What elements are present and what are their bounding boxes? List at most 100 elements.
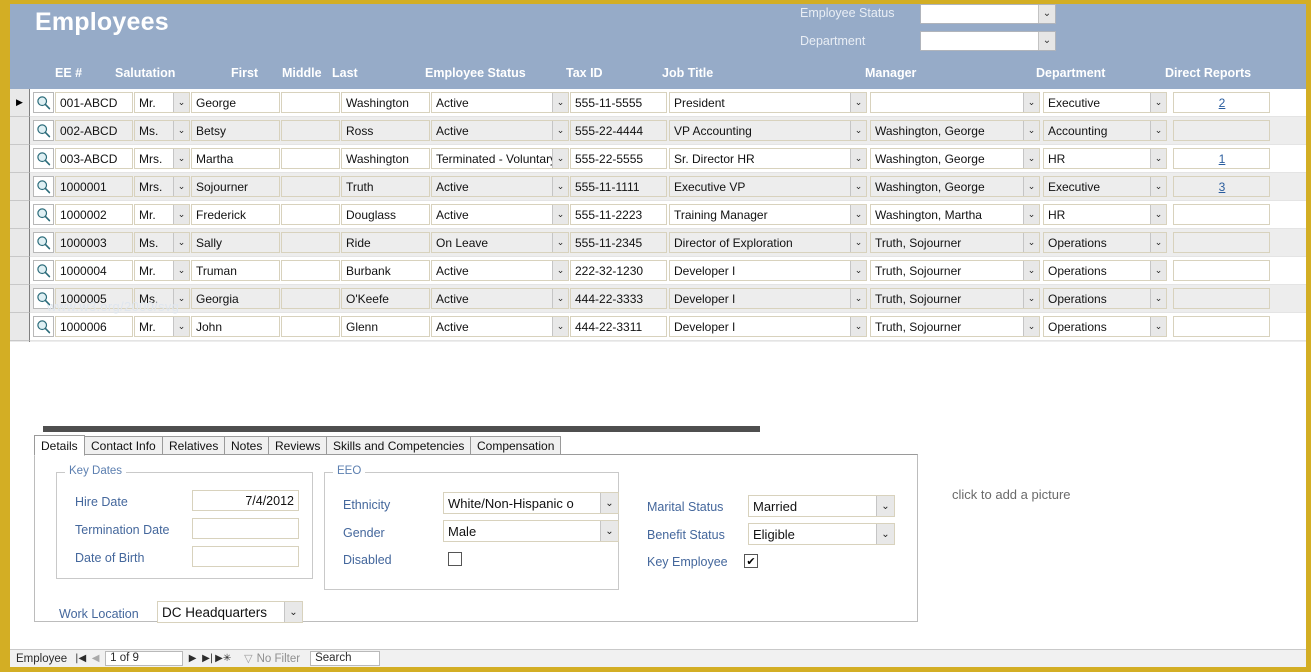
tab-skills-and-competencies[interactable]: Skills and Competencies [326,436,471,455]
chevron-down-icon[interactable]: ⌄ [1023,177,1039,196]
chevron-down-icon[interactable]: ⌄ [1023,289,1039,308]
hire-date-field[interactable]: 7/4/2012 [192,490,299,511]
cell-job-title[interactable]: Sr. Director HR⌄ [669,148,867,169]
chevron-down-icon[interactable]: ⌄ [1023,93,1039,112]
gender-combo[interactable]: Male ⌄ [443,520,619,542]
cell-ee-number[interactable]: 1000006 [55,316,133,337]
chevron-down-icon[interactable]: ⌄ [850,233,866,252]
cell-job-title[interactable]: Training Manager⌄ [669,204,867,225]
cell-employee-status[interactable]: Terminated - Voluntary⌄ [431,148,569,169]
chevron-down-icon[interactable]: ⌄ [552,93,568,112]
cell-first-name[interactable]: Frederick [191,204,280,225]
table-row[interactable]: 1000004Mr.⌄TrumanBurbankActive⌄222-32-12… [10,257,1306,285]
open-record-magnifier-icon[interactable] [33,92,54,113]
cell-manager[interactable]: ⌄ [870,92,1040,113]
cell-tax-id[interactable]: 444-22-3333 [570,288,667,309]
cell-job-title[interactable]: Director of Exploration⌄ [669,232,867,253]
cell-ee-number[interactable]: 1000004 [55,260,133,281]
chevron-down-icon[interactable]: ⌄ [1150,177,1166,196]
cell-ee-number[interactable]: 1000003 [55,232,133,253]
previous-record-button[interactable]: ◀ [88,653,103,664]
cell-ee-number[interactable]: 002-ABCD [55,120,133,141]
record-selector[interactable] [10,173,30,201]
first-record-button[interactable]: |◀ [73,653,88,664]
cell-last-name[interactable]: Washington [341,148,430,169]
cell-direct-reports[interactable] [1173,120,1270,141]
cell-employee-status[interactable]: Active⌄ [431,120,569,141]
chevron-down-icon[interactable]: ⌄ [1150,93,1166,112]
chevron-down-icon[interactable]: ⌄ [173,177,189,196]
cell-ee-number[interactable]: 1000002 [55,204,133,225]
cell-job-title[interactable]: Executive VP⌄ [669,176,867,197]
chevron-down-icon[interactable]: ⌄ [173,317,189,336]
cell-ee-number[interactable]: 1000001 [55,176,133,197]
chevron-down-icon[interactable]: ⌄ [173,205,189,224]
cell-middle-name[interactable] [281,176,340,197]
cell-direct-reports[interactable] [1173,204,1270,225]
chevron-down-icon[interactable]: ⌄ [552,317,568,336]
cell-direct-reports[interactable]: 2 [1173,92,1270,113]
marital-status-combo[interactable]: Married ⌄ [748,495,895,517]
cell-manager[interactable]: Truth, Sojourner⌄ [870,260,1040,281]
chevron-down-icon[interactable]: ⌄ [850,149,866,168]
cell-department[interactable]: Operations⌄ [1043,288,1167,309]
cell-salutation[interactable]: Mrs.⌄ [134,148,190,169]
open-record-magnifier-icon[interactable] [33,232,54,253]
cell-middle-name[interactable] [281,232,340,253]
cell-last-name[interactable]: Ride [341,232,430,253]
cell-tax-id[interactable]: 222-32-1230 [570,260,667,281]
chevron-down-icon[interactable]: ⌄ [173,261,189,280]
cell-job-title[interactable]: Developer I⌄ [669,316,867,337]
cell-direct-reports[interactable]: 1 [1173,148,1270,169]
direct-reports-link[interactable]: 1 [1219,152,1226,166]
cell-employee-status[interactable]: Active⌄ [431,92,569,113]
tab-contact-info[interactable]: Contact Info [84,436,163,455]
chevron-down-icon[interactable]: ⌄ [552,177,568,196]
chevron-down-icon[interactable]: ⌄ [1150,289,1166,308]
tab-relatives[interactable]: Relatives [162,436,225,455]
cell-job-title[interactable]: VP Accounting⌄ [669,120,867,141]
cell-tax-id[interactable]: 555-11-2223 [570,204,667,225]
cell-ee-number[interactable]: 003-ABCD [55,148,133,169]
key-employee-checkbox[interactable]: ✔ [744,554,758,568]
chevron-down-icon[interactable]: ⌄ [1150,149,1166,168]
chevron-down-icon[interactable]: ⌄ [173,233,189,252]
cell-direct-reports[interactable]: 3 [1173,176,1270,197]
chevron-down-icon[interactable]: ⌄ [876,524,894,544]
cell-department[interactable]: HR⌄ [1043,148,1167,169]
record-selector[interactable] [10,257,30,285]
table-row[interactable]: 1000003Ms.⌄SallyRideOn Leave⌄555-11-2345… [10,229,1306,257]
cell-tax-id[interactable]: 555-11-2345 [570,232,667,253]
cell-department[interactable]: Executive⌄ [1043,92,1167,113]
chevron-down-icon[interactable]: ⌄ [552,233,568,252]
chevron-down-icon[interactable]: ⌄ [850,205,866,224]
chevron-down-icon[interactable]: ⌄ [552,261,568,280]
table-row[interactable]: 1000002Mr.⌄FrederickDouglassActive⌄555-1… [10,201,1306,229]
employee-status-filter-combo[interactable]: ⌄ [920,4,1056,24]
cell-job-title[interactable]: Developer I⌄ [669,260,867,281]
cell-first-name[interactable]: Betsy [191,120,280,141]
date-of-birth-field[interactable] [192,546,299,567]
record-selector[interactable] [10,201,30,229]
cell-employee-status[interactable]: Active⌄ [431,260,569,281]
cell-tax-id[interactable]: 555-11-5555 [570,92,667,113]
cell-salutation[interactable]: Mr.⌄ [134,260,190,281]
filter-toggle[interactable]: ▽ No Filter [244,652,300,665]
cell-employee-status[interactable]: Active⌄ [431,288,569,309]
cell-last-name[interactable]: O'Keefe [341,288,430,309]
record-selector[interactable] [10,229,30,257]
ethnicity-combo[interactable]: White/Non-Hispanic o ⌄ [443,492,619,514]
cell-middle-name[interactable] [281,288,340,309]
chevron-down-icon[interactable]: ⌄ [1150,233,1166,252]
cell-last-name[interactable]: Douglass [341,204,430,225]
benefit-status-combo[interactable]: Eligible ⌄ [748,523,895,545]
open-record-magnifier-icon[interactable] [33,176,54,197]
chevron-down-icon[interactable]: ⌄ [850,177,866,196]
chevron-down-icon[interactable]: ⌄ [1150,205,1166,224]
cell-first-name[interactable]: Martha [191,148,280,169]
tab-reviews[interactable]: Reviews [268,436,327,455]
cell-tax-id[interactable]: 555-11-1111 [570,176,667,197]
chevron-down-icon[interactable]: ⌄ [1038,5,1055,23]
open-record-magnifier-icon[interactable] [33,204,54,225]
record-selector[interactable] [10,285,30,313]
